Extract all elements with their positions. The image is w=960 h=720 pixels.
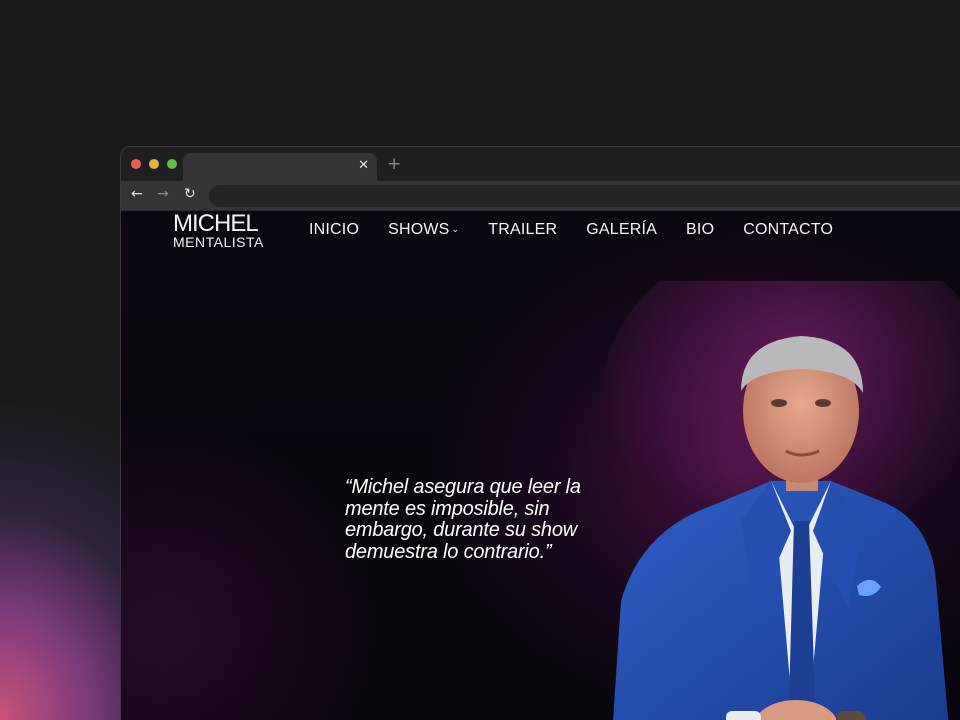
chevron-down-icon: ⌄	[451, 224, 460, 235]
hero-portrait	[601, 281, 960, 720]
address-bar[interactable]	[209, 185, 960, 207]
window-controls	[131, 159, 177, 169]
logo-line-2: MENTALISTA	[173, 234, 264, 250]
minimize-window-button[interactable]	[149, 159, 159, 169]
browser-tab[interactable]: ✕	[183, 153, 377, 181]
close-icon[interactable]: ✕	[358, 158, 369, 173]
site-logo[interactable]: MICHEL MENTALISTA	[173, 211, 264, 250]
nav-item-inicio[interactable]: INICIO	[309, 221, 359, 239]
web-page: MICHEL MENTALISTA INICIO SHOWS ⌄ TRAILER …	[121, 211, 960, 720]
hero-quote: “Michel asegura que leer la mente es imp…	[345, 476, 581, 563]
nav-item-contacto[interactable]: CONTACTO	[743, 221, 833, 239]
nav-item-label: BIO	[686, 221, 715, 238]
close-window-button[interactable]	[131, 159, 141, 169]
arrow-left-icon[interactable]: ←	[131, 186, 143, 202]
reload-icon[interactable]: ↻	[184, 186, 196, 202]
maximize-window-button[interactable]	[167, 159, 177, 169]
arrow-right-icon[interactable]: →	[157, 186, 169, 202]
tab-bar: ✕ +	[121, 147, 960, 181]
nav-item-galeria[interactable]: GALERÍA	[586, 221, 657, 239]
nav-item-label: SHOWS	[388, 221, 450, 238]
nav-item-bio[interactable]: BIO	[686, 221, 714, 239]
plus-icon[interactable]: +	[387, 154, 401, 174]
logo-line-1: MICHEL	[173, 211, 259, 237]
nav-item-shows[interactable]: SHOWS ⌄	[388, 221, 459, 239]
browser-window: ✕ + ← → ↻ MICHEL MENTALISTA INICIO SHOWS…	[120, 146, 960, 720]
browser-toolbar: ← → ↻	[121, 181, 960, 211]
nav-item-label: INICIO	[309, 221, 360, 238]
nav-item-trailer[interactable]: TRAILER	[488, 221, 557, 239]
main-nav: INICIO SHOWS ⌄ TRAILER GALERÍA BIO CONTAC…	[309, 221, 862, 239]
nav-item-label: GALERÍA	[586, 221, 658, 238]
nav-item-label: CONTACTO	[743, 221, 834, 238]
nav-item-label: TRAILER	[488, 221, 558, 238]
